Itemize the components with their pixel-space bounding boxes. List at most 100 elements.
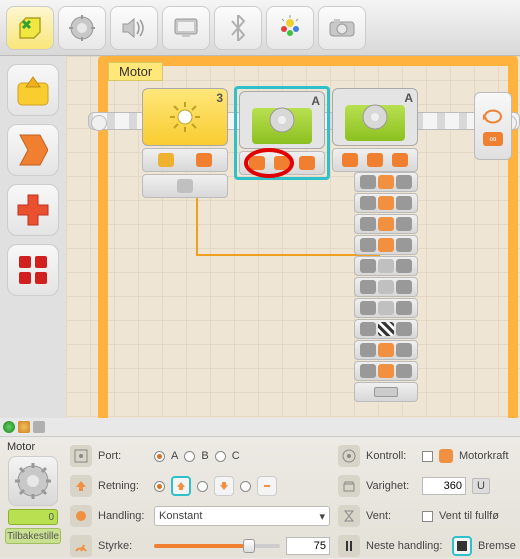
- slider-thumb[interactable]: [243, 539, 255, 553]
- wait-icon: [378, 301, 394, 315]
- action-select[interactable]: Konstant ▾: [154, 506, 330, 526]
- out-rotation-icon: [378, 364, 394, 378]
- plug-icon: [396, 196, 412, 210]
- port-a-label: A: [171, 450, 178, 462]
- loop-end-block[interactable]: ∞: [474, 92, 512, 160]
- light-sensor-block[interactable]: 3: [142, 88, 228, 198]
- block-config-row[interactable]: [142, 174, 228, 198]
- grey-indicator[interactable]: [33, 421, 45, 433]
- power-row: Styrke:: [70, 533, 330, 559]
- loop-icon: [481, 106, 505, 126]
- palette-move-block[interactable]: [7, 64, 59, 116]
- top-toolbar: [0, 0, 520, 56]
- brake-icon: [338, 535, 360, 557]
- port-badge: A: [404, 91, 413, 105]
- duration-label: Varighet:: [366, 480, 416, 492]
- power-indicator: 0: [8, 509, 58, 525]
- data-wire: [196, 254, 380, 256]
- infinity-icon: ∞: [483, 132, 503, 146]
- mini-icon: [158, 153, 174, 167]
- direction-down-button[interactable]: [214, 476, 234, 496]
- port-badge: 3: [216, 91, 223, 105]
- palette-grid-block[interactable]: [7, 244, 59, 296]
- next-action-row: Neste handling: Bremse: [338, 533, 516, 559]
- config-panel: Motor 0 Tilbakestille Port: A B C Kontro…: [0, 436, 520, 558]
- plug-icon: [360, 238, 376, 252]
- motor-block-expanded[interactable]: A: [332, 88, 418, 172]
- wait-checkbox[interactable]: [422, 511, 433, 522]
- palette-plus-block[interactable]: [7, 184, 59, 236]
- green-indicator[interactable]: [3, 421, 15, 433]
- sound-button[interactable]: [110, 6, 158, 50]
- plug-icon: [360, 364, 376, 378]
- brake-label: Bremse: [478, 540, 516, 552]
- control-label: Kontroll:: [366, 450, 416, 462]
- direction-icon: [70, 475, 92, 497]
- control-row: Kontroll: Motorkraft: [338, 443, 516, 469]
- brake-button[interactable]: [452, 536, 472, 556]
- direction-stop-button[interactable]: [257, 476, 277, 496]
- start-program-button[interactable]: [6, 6, 54, 50]
- direction-down-radio[interactable]: [197, 481, 208, 492]
- collapse-handle[interactable]: [374, 387, 398, 397]
- direction-row: Retning:: [70, 473, 330, 499]
- action-value: Konstant: [159, 510, 202, 522]
- block-config-row[interactable]: [142, 148, 228, 172]
- power-slider[interactable]: [154, 544, 280, 548]
- settings-button[interactable]: [58, 6, 106, 50]
- port-c-radio[interactable]: [215, 451, 226, 462]
- bluetooth-button[interactable]: [214, 6, 262, 50]
- palette-signal-block[interactable]: [7, 124, 59, 176]
- motorpower-icon: [439, 449, 453, 463]
- annotation-circle: [244, 148, 294, 178]
- plug-icon: [360, 196, 376, 210]
- block-palette: [0, 56, 66, 418]
- wait-label: Vent:: [366, 510, 416, 522]
- port-label: Port:: [98, 450, 148, 462]
- direction-stop-radio[interactable]: [240, 481, 251, 492]
- port-b-label: B: [201, 450, 208, 462]
- control-option-label: Motorkraft: [459, 450, 509, 462]
- power-icon: [70, 535, 92, 557]
- display-button[interactable]: [162, 6, 210, 50]
- light-button[interactable]: [266, 6, 314, 50]
- canvas[interactable]: Motor 3 A: [66, 56, 520, 418]
- plug-icon: [396, 322, 412, 336]
- power-input[interactable]: [286, 537, 330, 555]
- wait-row: Vent: Vent til fullfø: [338, 503, 516, 529]
- chevron-down-icon: ▾: [319, 510, 325, 523]
- slider-fill: [154, 544, 249, 548]
- loop-label: Motor: [108, 62, 163, 81]
- direction-up-radio[interactable]: [154, 481, 165, 492]
- data-hub[interactable]: [354, 172, 418, 402]
- indicator-bar: [0, 418, 66, 436]
- duration-icon: [338, 475, 360, 497]
- plug-icon: [396, 364, 412, 378]
- plug-icon: [360, 175, 376, 189]
- out-direction-icon: [378, 343, 394, 357]
- duration-input[interactable]: [422, 477, 466, 495]
- direction-up-button[interactable]: [171, 476, 191, 496]
- config-preview: Motor 0 Tilbakestille: [0, 437, 66, 558]
- brake-icon: [378, 322, 394, 336]
- camera-button[interactable]: [318, 6, 366, 50]
- duration-unit[interactable]: U: [472, 478, 490, 494]
- port-icon: [70, 445, 92, 467]
- block-config-row[interactable]: [332, 148, 418, 172]
- plug-icon: [396, 175, 412, 189]
- power-label: Styrke:: [98, 540, 148, 552]
- port-a-radio[interactable]: [154, 451, 165, 462]
- port-c-label: C: [232, 450, 240, 462]
- reset-button[interactable]: Tilbakestille: [5, 528, 61, 544]
- control-icon: [378, 259, 394, 273]
- port-row: Port: A B C: [70, 443, 330, 469]
- control-checkbox[interactable]: [422, 451, 433, 462]
- mini-icon: [177, 179, 193, 193]
- plug-icon: [360, 217, 376, 231]
- orange-indicator[interactable]: [18, 421, 30, 433]
- action-icon: [70, 505, 92, 527]
- plug-icon: [396, 280, 412, 294]
- port-b-radio[interactable]: [184, 451, 195, 462]
- config-grid: Port: A B C Kontroll: Motorkraft Retning…: [66, 437, 520, 558]
- arrow-up-icon: [196, 153, 212, 167]
